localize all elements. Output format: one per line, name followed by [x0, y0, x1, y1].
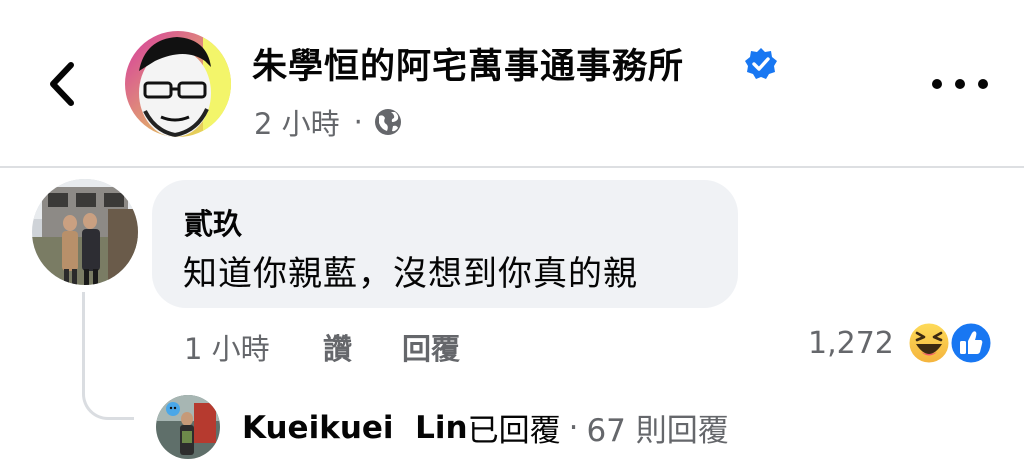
post-meta: 2 小時 · [254, 101, 403, 143]
page-name[interactable]: 朱學恒的阿宅萬事通事務所 [252, 38, 684, 89]
chevron-left-icon [50, 62, 74, 106]
more-horizontal-icon [932, 79, 942, 89]
like-button[interactable]: 讚 [323, 326, 352, 368]
view-replies-link[interactable]: Kueikuei Lin 已回覆 · 67 則回覆 [242, 405, 729, 450]
reply-separator: · [568, 409, 579, 446]
comment-author[interactable]: 貳玖 [184, 201, 242, 243]
more-options-button[interactable] [932, 70, 988, 98]
back-button[interactable] [38, 58, 86, 110]
replier-name: Kueikuei Lin [242, 409, 468, 446]
meta-separator: · [353, 105, 363, 139]
like-reaction-icon[interactable] [948, 320, 994, 366]
haha-reaction-icon[interactable] [906, 320, 952, 366]
reply-action: 已回覆 [467, 413, 561, 449]
page-avatar[interactable] [125, 31, 231, 137]
commenter-avatar[interactable] [32, 179, 138, 285]
divider [0, 166, 1024, 168]
reply-thread-line [82, 292, 134, 420]
comment-text: 知道你親藍，沒想到你真的親 [183, 254, 638, 294]
reaction-count[interactable]: 1,272 [808, 326, 894, 361]
reply-button[interactable]: 回覆 [402, 326, 460, 368]
verified-badge-icon [744, 47, 778, 81]
globe-icon [374, 109, 401, 135]
comment-time[interactable]: 1 小時 [184, 326, 270, 368]
replier-avatar[interactable] [156, 395, 220, 459]
post-time[interactable]: 2 小時 [254, 101, 340, 143]
reply-count: 67 則回覆 [586, 413, 729, 449]
